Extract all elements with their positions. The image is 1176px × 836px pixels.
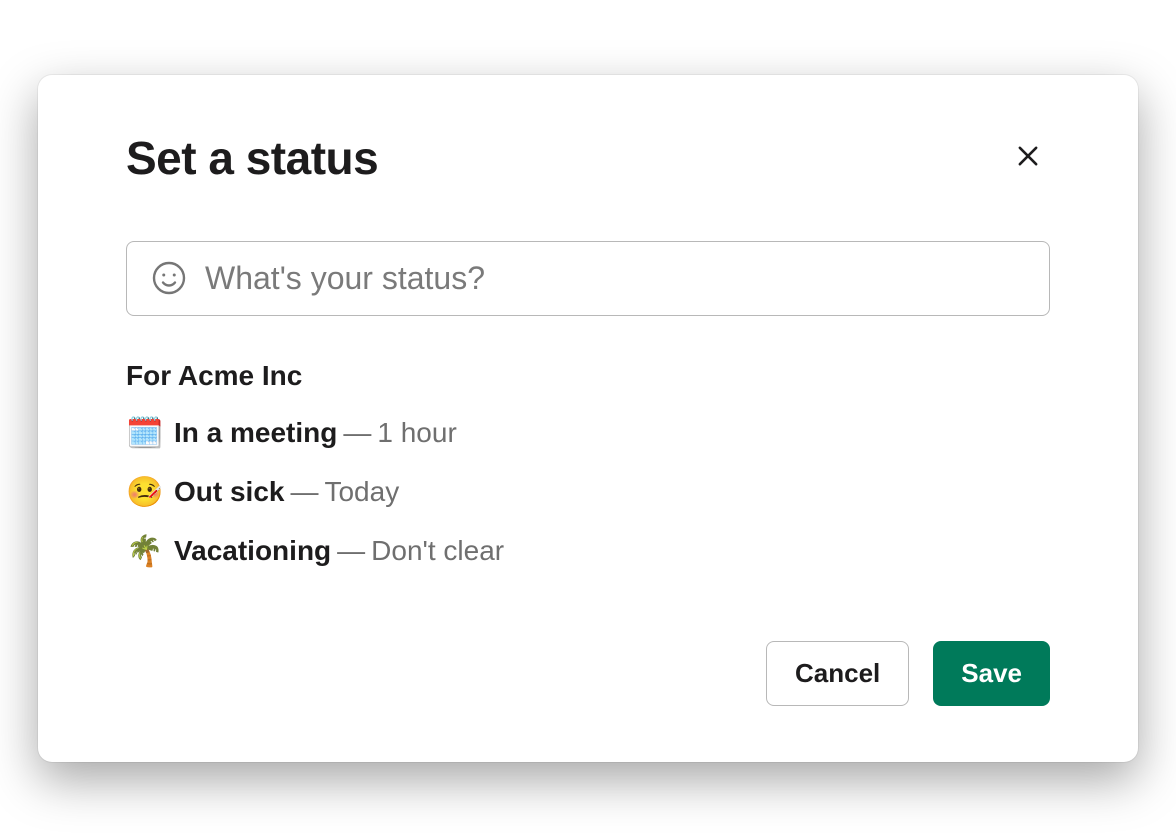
org-label: For Acme Inc: [126, 360, 1050, 392]
preset-duration: Don't clear: [371, 535, 504, 567]
modal-header: Set a status: [126, 131, 1050, 185]
preset-separator: —: [343, 417, 371, 449]
status-input[interactable]: [205, 260, 1025, 297]
preset-duration: 1 hour: [377, 417, 456, 449]
save-button[interactable]: Save: [933, 641, 1050, 706]
calendar-emoji-icon: 🗓️: [126, 416, 174, 451]
preset-label: In a meeting: [174, 417, 337, 449]
preset-item-meeting[interactable]: 🗓️ In a meeting — 1 hour: [126, 416, 1050, 451]
sick-emoji-icon: 🤒: [126, 475, 174, 510]
preset-separator: —: [337, 535, 365, 567]
modal-footer: Cancel Save: [126, 641, 1050, 706]
modal-title: Set a status: [126, 131, 378, 185]
preset-list: 🗓️ In a meeting — 1 hour 🤒 Out sick — To…: [126, 416, 1050, 569]
preset-item-sick[interactable]: 🤒 Out sick — Today: [126, 475, 1050, 510]
close-button[interactable]: [1006, 134, 1050, 181]
smiley-icon[interactable]: [151, 260, 187, 296]
cancel-button[interactable]: Cancel: [766, 641, 909, 706]
preset-duration: Today: [324, 476, 399, 508]
preset-label: Out sick: [174, 476, 284, 508]
preset-separator: —: [290, 476, 318, 508]
set-status-modal: Set a status For Acme Inc 🗓️ In a me: [38, 75, 1138, 762]
preset-label: Vacationing: [174, 535, 331, 567]
status-input-wrapper: [126, 241, 1050, 316]
close-icon: [1014, 142, 1042, 173]
palm-tree-emoji-icon: 🌴: [126, 534, 174, 569]
preset-item-vacation[interactable]: 🌴 Vacationing — Don't clear: [126, 534, 1050, 569]
